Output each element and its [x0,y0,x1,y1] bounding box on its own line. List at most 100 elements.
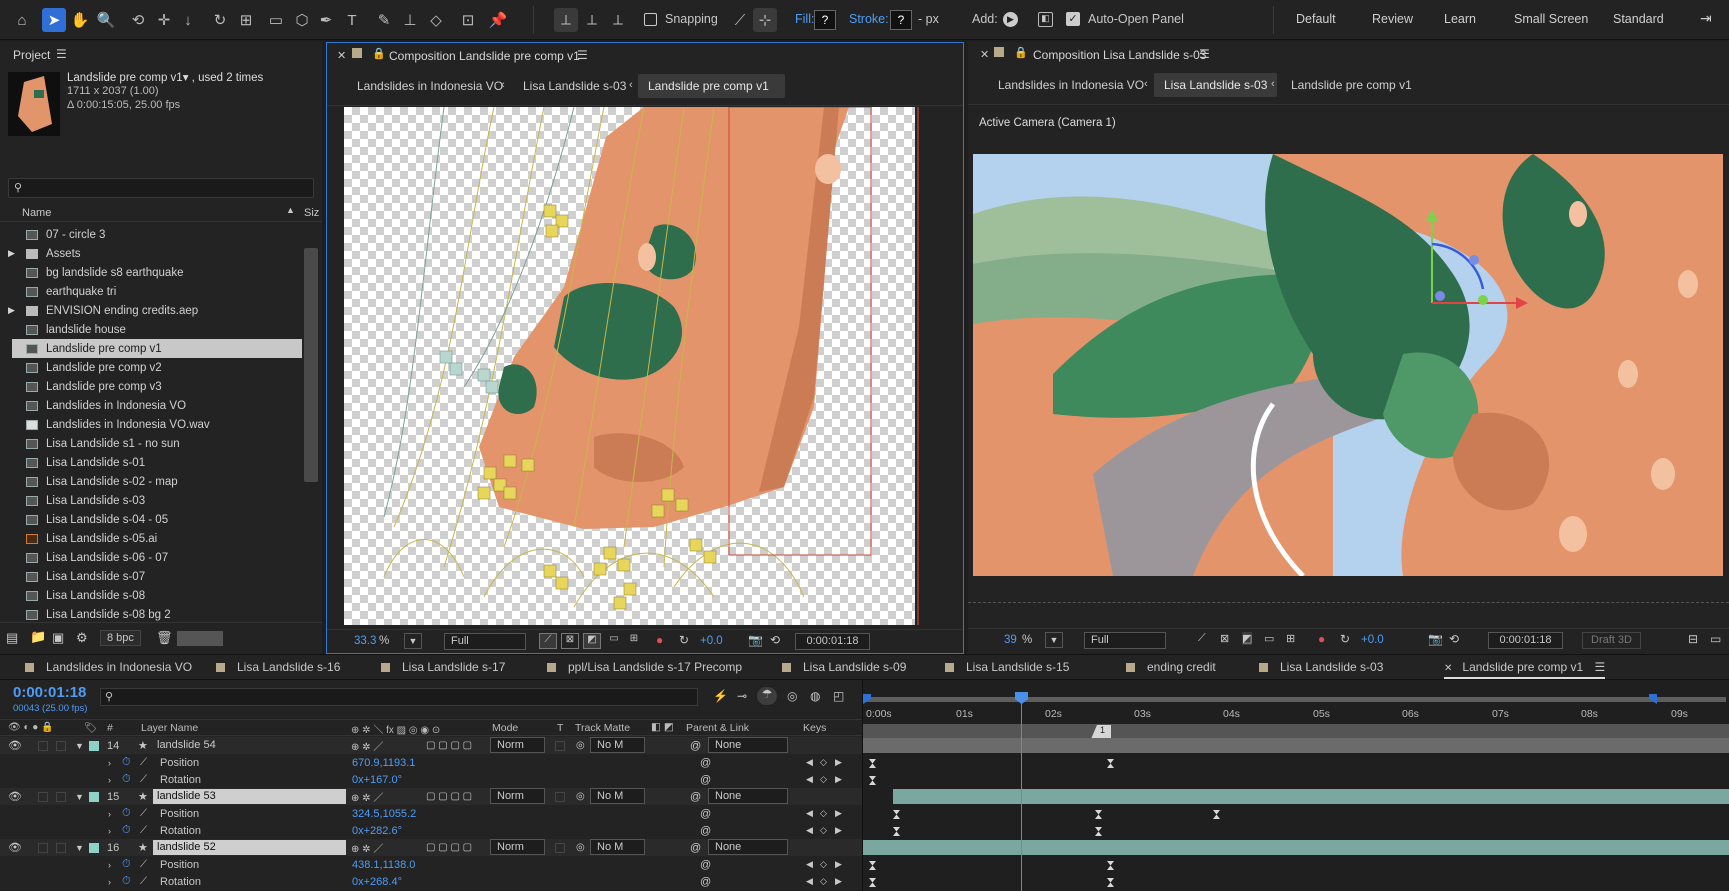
layer-duration-bar[interactable] [893,789,1729,804]
stroke-swatch[interactable]: ? [890,10,912,30]
next-keyframe-icon[interactable]: ▶ [835,774,842,785]
layer-name[interactable]: landslide 52 [153,840,346,855]
project-item[interactable]: Landslides in Indonesia VO.wav [12,415,302,434]
comp-2-exposure[interactable]: +0.0 [1361,634,1384,646]
solo-toggle[interactable] [38,791,48,802]
chevron-down-icon[interactable]: ▼ [1045,632,1063,648]
timeline-current-time[interactable]: 0:00:01:18 [13,684,86,701]
eraser-tool-icon[interactable]: ◇ [424,8,448,32]
world-axis-icon[interactable]: ⟂ [580,8,604,32]
grid-guides-icon[interactable]: ⊞ [1286,632,1295,645]
project-item[interactable]: Lisa Landslide s-05.ai [12,529,302,548]
show-snapshot-icon[interactable]: ⟲ [770,633,780,647]
comp-1-current-time[interactable]: 0:00:01:18 [795,633,870,650]
graph-icon[interactable]: ⟋ [140,825,147,836]
stopwatch-icon[interactable]: ⏱ [122,807,131,820]
project-scrollbar[interactable] [304,248,318,482]
channel-icon[interactable]: ● [656,633,663,647]
shy-layers-icon[interactable]: ⊸ [737,689,747,703]
property-value-rotation[interactable]: 0x+282.6° [352,825,402,837]
layer-switch-boxes[interactable]: ▢ ▢ ▢ ▢ [426,791,472,802]
layer-duration-bar[interactable] [863,840,1729,855]
preserve-transparency-toggle[interactable] [555,740,565,751]
project-item[interactable]: Lisa Landslide s-01 [12,453,302,472]
interpret-footage-icon[interactable]: ▤ [6,630,18,646]
next-keyframe-icon[interactable]: ▶ [835,757,842,768]
pen-tool-icon[interactable]: ✒ [314,8,338,32]
add-keyframe-icon[interactable]: ◇ [820,876,827,887]
chevron-down-icon[interactable]: ▼ [75,843,84,853]
project-item[interactable]: Lisa Landslide s-08 [12,586,302,605]
prev-keyframe-icon[interactable]: ◀ [806,876,813,887]
project-item[interactable]: Landslide pre comp v3 [12,377,302,396]
thumbnail-transparency-toggle[interactable] [177,631,223,646]
matte-link-icon[interactable]: ◎ [576,740,585,751]
chevron-down-icon[interactable]: ▼ [75,792,84,802]
selection-tool-icon[interactable]: ➤ [42,8,66,32]
delete-icon[interactable]: 🗑 [156,630,173,646]
property-row-rotation[interactable]: › ⏱ ⟋ Rotation 0x+282.6° @ ◀ ◇ ▶ [0,822,862,839]
add-keyframe-icon[interactable]: ◇ [820,774,827,785]
keyframe-icon[interactable] [869,878,876,887]
transparency-grid-icon[interactable]: ⊠ [1220,632,1229,645]
pick-whip-icon[interactable]: @ [690,842,701,854]
next-keyframe-icon[interactable]: ▶ [835,876,842,887]
project-item[interactable]: landslide house [12,320,302,339]
prev-keyframe-icon[interactable]: ◀ [806,825,813,836]
comp-2-current-time[interactable]: 0:00:01:18 [1488,632,1563,649]
show-snapshot-icon[interactable]: ⟲ [1449,632,1459,646]
layer-switch-boxes[interactable]: ▢ ▢ ▢ ▢ [426,842,472,853]
stopwatch-icon[interactable]: ⏱ [122,773,131,786]
3d-box-tool-icon[interactable]: ⬡ [290,8,314,32]
motion-blur-icon[interactable]: ◎ [787,689,797,703]
keyframe-icon[interactable] [1095,810,1102,819]
close-panel-icon[interactable]: ✕ [337,49,346,62]
solo-toggle[interactable] [38,740,48,751]
prev-keyframe-icon[interactable]: ◀ [806,859,813,870]
timeline-tab[interactable]: ending credit [1126,660,1216,674]
layer-switch-boxes[interactable]: ▢ ▢ ▢ ▢ [426,740,472,751]
project-item[interactable]: Lisa Landslide s-03 [12,491,302,510]
keyframe-icon[interactable] [1095,827,1102,836]
breadcrumb-s03[interactable]: Lisa Landslide s-03 [1154,73,1278,97]
comp-2-resolution-select[interactable]: Full [1084,632,1166,649]
renderer-button[interactable]: Draft 3D [1582,632,1641,649]
track-matte-select[interactable]: No M [590,737,645,753]
timeline-tab[interactable]: ppl/Lisa Landslide s-17 Precomp [547,660,742,674]
playhead-icon[interactable] [1015,692,1028,704]
graph-editor-icon[interactable]: ◰ [833,689,844,703]
expression-pick-whip-icon[interactable]: @ [700,876,711,888]
zoom-tool-icon[interactable]: 🔍 [94,8,118,32]
solo-toggle[interactable] [38,842,48,853]
layer-name-column-header[interactable]: Layer Name [141,722,198,734]
snapping-checkbox[interactable] [644,13,657,26]
lock-icon[interactable]: 🔒 [372,47,386,60]
project-settings-icon[interactable]: ⚙ [76,630,88,646]
work-area-bar[interactable] [866,697,1726,702]
dolly-camera-icon[interactable]: ↓ [176,8,200,32]
property-value-rotation[interactable]: 0x+167.0° [352,774,402,786]
project-item[interactable]: Lisa Landslide s-07 [12,567,302,586]
lock-icon[interactable]: 🔒 [1014,46,1028,59]
property-row-rotation[interactable]: › ⏱ ⟋ Rotation 0x+268.4° @ ◀ ◇ ▶ [0,873,862,890]
next-keyframe-icon[interactable]: ▶ [835,825,842,836]
pick-whip-icon[interactable]: @ [690,791,701,803]
expression-pick-whip-icon[interactable]: @ [700,808,711,820]
close-tab-icon[interactable]: ✕ [1444,663,1452,674]
visibility-eye-icon[interactable]: 👁 [8,739,22,752]
new-folder-icon[interactable]: 📁 [30,629,46,645]
breadcrumb-s03[interactable]: Lisa Landslide s-03 [513,74,636,98]
timeline-tab[interactable]: Lisa Landslide s-15 [945,660,1069,674]
sort-arrow-icon[interactable]: ▲ [286,205,295,215]
property-value-position[interactable]: 670.9,1193.1 [352,757,415,769]
grid-guides-icon[interactable]: ⊞ [625,633,643,649]
add-keyframe-icon[interactable]: ◇ [820,859,827,870]
project-item[interactable]: Landslide pre comp v1 [12,339,302,358]
graph-icon[interactable]: ⟋ [140,774,147,785]
lock-toggle[interactable] [56,791,66,802]
comp-1-title[interactable]: Composition Landslide pre comp v1 [389,49,580,63]
type-tool-icon[interactable]: T [340,8,364,32]
comp-2-zoom[interactable]: 39 [1004,634,1017,646]
roto-brush-tool-icon[interactable]: ⊡ [456,8,480,32]
chevron-down-icon[interactable]: ▼ [404,633,422,649]
